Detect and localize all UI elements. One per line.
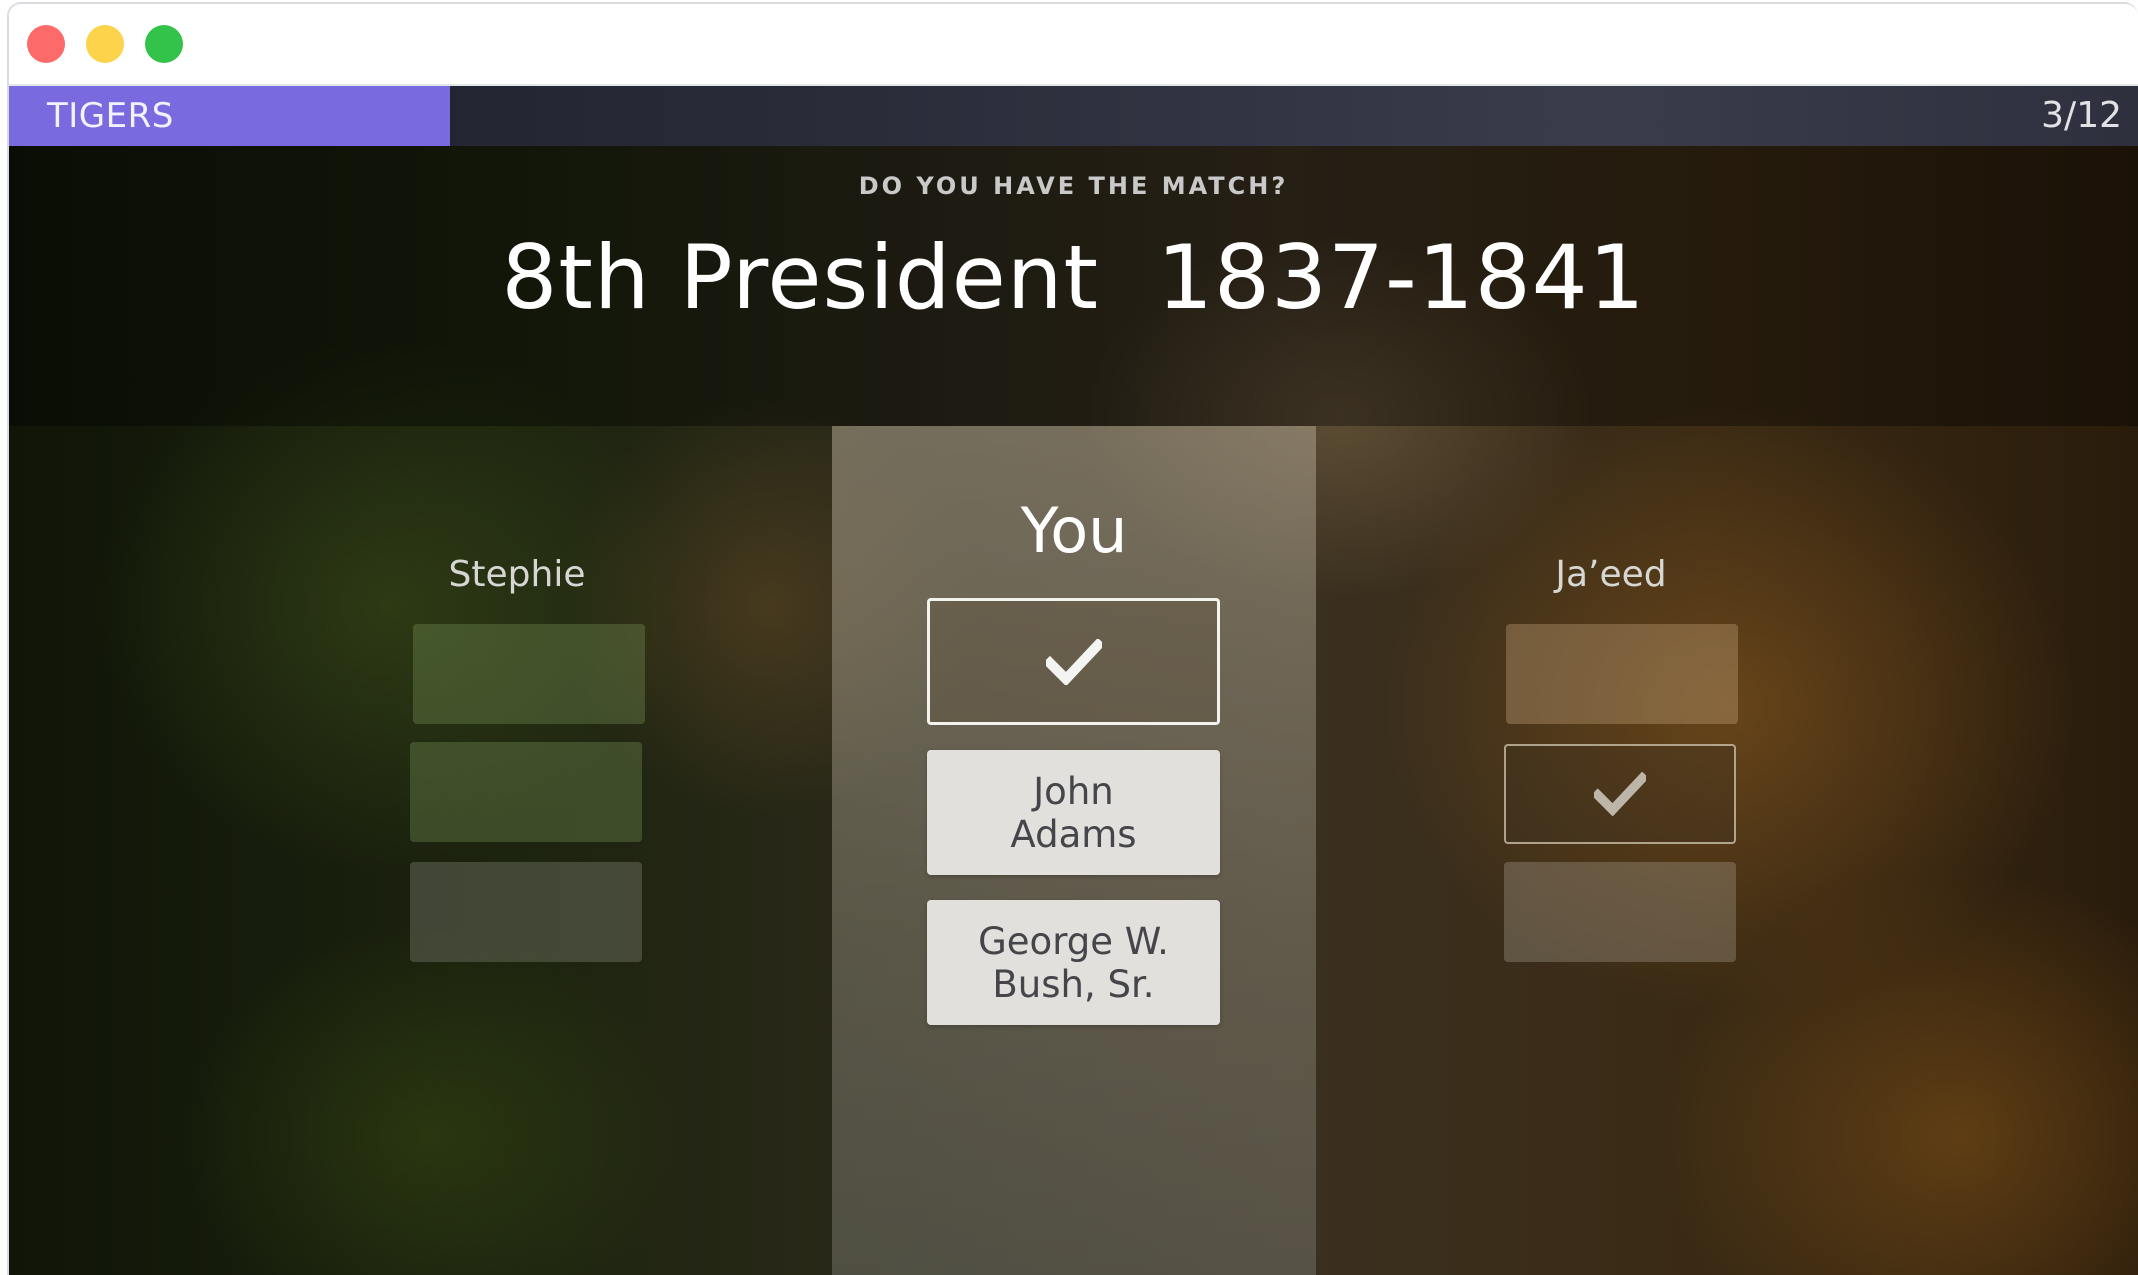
minimize-window-button[interactable]: [86, 25, 124, 63]
player-name-jaeed: Ja’eed: [1555, 554, 1667, 595]
team-name-badge: TIGERS: [9, 86, 450, 146]
app-window: TIGERS 3/12 DO YOU HAVE THE MATCH? 8th P…: [7, 2, 2138, 1275]
checkmark-icon: [1594, 772, 1646, 816]
stephie-slot-3: [410, 862, 642, 962]
player-name-stephie: Stephie: [448, 554, 586, 595]
question-progress: 3/12: [2041, 95, 2122, 136]
answer-option-george-w-bush-sr[interactable]: George W. Bush, Sr.: [927, 900, 1220, 1025]
question-clue: 8th President 1837-1841: [501, 226, 1646, 329]
jaeed-slot-2: [1504, 744, 1736, 844]
jaeed-slot-3: [1504, 862, 1736, 962]
jaeed-slot-1: [1506, 624, 1738, 724]
your-match-slot[interactable]: [927, 598, 1220, 725]
question-prompt: DO YOU HAVE THE MATCH?: [858, 172, 1289, 200]
game-top-bar: TIGERS 3/12: [9, 86, 2138, 146]
close-window-button[interactable]: [27, 25, 65, 63]
checkmark-icon: [1045, 638, 1102, 685]
game-stage: TIGERS 3/12 DO YOU HAVE THE MATCH? 8th P…: [9, 86, 2138, 1275]
player-name-you: You: [1020, 494, 1128, 567]
maximize-window-button[interactable]: [145, 25, 183, 63]
answer-option-label: George W. Bush, Sr.: [978, 919, 1169, 1006]
answer-option-label: John Adams: [1010, 769, 1137, 856]
stephie-slot-2: [410, 742, 642, 842]
stephie-slot-1: [413, 624, 645, 724]
answer-option-john-adams[interactable]: John Adams: [927, 750, 1220, 875]
title-bar: [9, 4, 2138, 86]
